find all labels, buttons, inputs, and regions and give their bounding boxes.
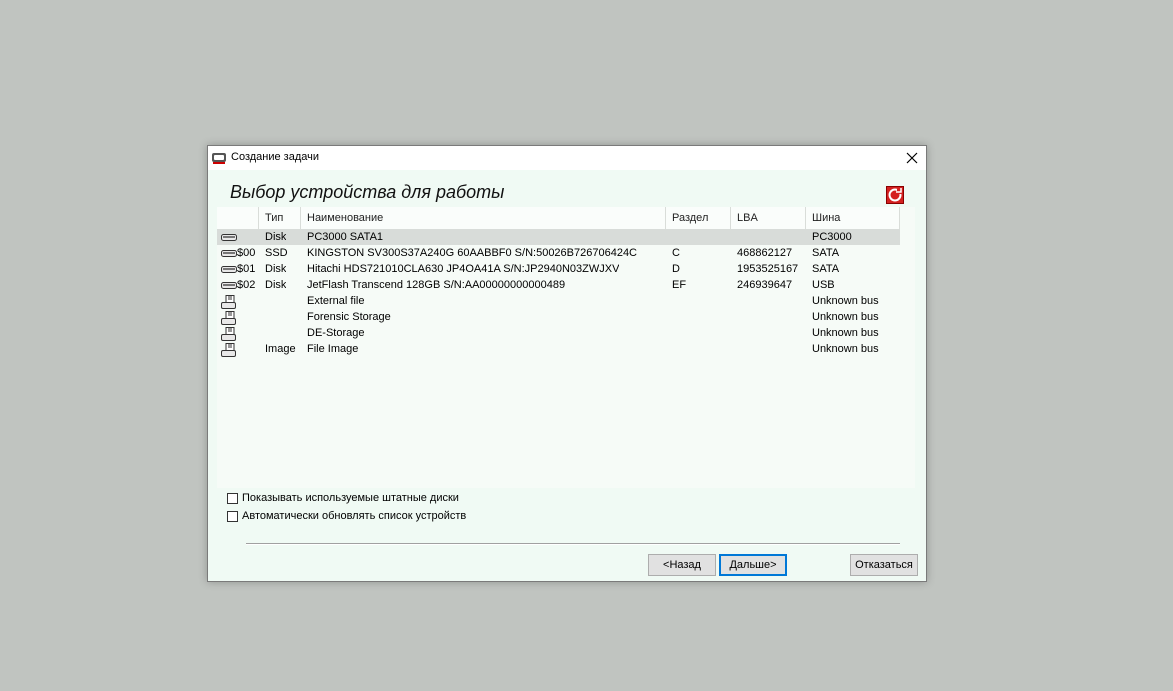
table-row[interactable]: $00 SSD KINGSTON SV300S37A240G 60AABBF0 S/… bbox=[217, 245, 900, 261]
next-button[interactable]: Дальше> bbox=[719, 554, 787, 576]
cell-name: Forensic Storage bbox=[307, 311, 391, 323]
table-row[interactable]: External file Unknown bus bbox=[217, 293, 900, 309]
back-button[interactable]: <Назад bbox=[648, 554, 716, 576]
cell-name: External file bbox=[307, 295, 365, 307]
cell-id: $02 bbox=[237, 279, 256, 291]
close-button[interactable] bbox=[898, 146, 926, 170]
cell-lba: 468862127 bbox=[737, 247, 793, 259]
table-row[interactable]: $02 Disk JetFlash Transcend 128GB S/N:AA00… bbox=[217, 277, 900, 293]
title-bar: Создание задачи bbox=[208, 146, 926, 170]
file-drive-icon bbox=[221, 295, 237, 309]
table-row[interactable]: $01 Disk Hitachi HDS721010CLA630 JP4OA41A … bbox=[217, 261, 900, 277]
cell-type: Disk bbox=[265, 279, 287, 291]
cell-name: JetFlash Transcend 128GB S/N:AA000000000… bbox=[307, 279, 566, 291]
column-header-name[interactable]: Наименование bbox=[301, 207, 666, 229]
cell-id: $00 bbox=[237, 247, 256, 259]
file-drive-icon bbox=[221, 343, 237, 357]
cell-partition: D bbox=[672, 263, 680, 275]
cell-type: Image bbox=[265, 343, 296, 355]
cell-bus: USB bbox=[812, 279, 835, 291]
cell-bus: Unknown bus bbox=[812, 327, 879, 339]
column-header-bus[interactable]: Шина bbox=[806, 207, 900, 229]
table-row[interactable]: Image File Image Unknown bus bbox=[217, 341, 900, 357]
hdd-icon bbox=[221, 231, 237, 243]
column-header-id[interactable] bbox=[217, 207, 259, 229]
separator bbox=[246, 543, 900, 545]
cell-id: $01 bbox=[237, 263, 256, 275]
cancel-button[interactable]: Отказаться bbox=[850, 554, 918, 576]
auto-refresh-label: Автоматически обновлять список устройств bbox=[242, 510, 467, 522]
cell-bus: Unknown bus bbox=[812, 311, 879, 323]
table-header: Тип Наименование Раздел LBA Шина bbox=[217, 207, 900, 229]
cell-lba: 246939647 bbox=[737, 279, 793, 291]
cell-type: SSD bbox=[265, 247, 288, 259]
page-heading: Выбор устройства для работы bbox=[230, 182, 505, 202]
cell-partition: EF bbox=[672, 279, 687, 291]
help-button[interactable] bbox=[886, 186, 904, 204]
show-used-disks-checkbox[interactable] bbox=[227, 492, 238, 504]
auto-refresh-checkbox[interactable] bbox=[227, 510, 238, 522]
cell-name: PC3000 SATA1 bbox=[307, 231, 384, 243]
create-task-dialog: Создание задачи Выбор устройства для раб… bbox=[207, 145, 927, 582]
hdd-icon bbox=[221, 279, 237, 291]
show-used-disks-label: Показывать используемые штатные диски bbox=[242, 492, 459, 504]
cell-partition: C bbox=[672, 247, 680, 259]
cell-bus: Unknown bus bbox=[812, 343, 879, 355]
table-row[interactable]: Disk PC3000 SATA1 PC3000 bbox=[217, 229, 900, 245]
cell-bus: SATA bbox=[812, 263, 840, 275]
cell-name: DE-Storage bbox=[307, 327, 365, 339]
cell-name: Hitachi HDS721010CLA630 JP4OA41A S/N:JP2… bbox=[307, 263, 620, 275]
file-drive-icon bbox=[221, 311, 237, 325]
hdd-icon bbox=[221, 247, 237, 259]
cell-name: File Image bbox=[307, 343, 359, 355]
auto-refresh-option[interactable]: Автоматически обновлять список устройств bbox=[227, 508, 466, 524]
file-drive-icon bbox=[221, 327, 237, 341]
table-row[interactable]: Forensic Storage Unknown bus bbox=[217, 309, 900, 325]
window-title: Создание задачи bbox=[231, 151, 319, 163]
show-used-disks-option[interactable]: Показывать используемые штатные диски bbox=[227, 490, 459, 506]
column-header-lba[interactable]: LBA bbox=[731, 207, 806, 229]
hdd-icon bbox=[221, 263, 237, 275]
column-header-partition[interactable]: Раздел bbox=[666, 207, 731, 229]
table-row[interactable]: DE-Storage Unknown bus bbox=[217, 325, 900, 341]
cell-lba: 1953525167 bbox=[737, 263, 799, 275]
cell-bus: Unknown bus bbox=[812, 295, 879, 307]
device-list[interactable]: Тип Наименование Раздел LBA Шина Disk PC3… bbox=[217, 207, 915, 488]
column-header-type[interactable]: Тип bbox=[259, 207, 301, 229]
cell-name: KINGSTON SV300S37A240G 60AABBF0 S/N:5002… bbox=[307, 247, 638, 259]
cell-type: Disk bbox=[265, 263, 287, 275]
app-icon bbox=[212, 153, 226, 164]
cell-bus: PC3000 bbox=[812, 231, 852, 243]
close-icon bbox=[906, 152, 918, 164]
cell-type: Disk bbox=[265, 231, 287, 243]
cell-bus: SATA bbox=[812, 247, 840, 259]
